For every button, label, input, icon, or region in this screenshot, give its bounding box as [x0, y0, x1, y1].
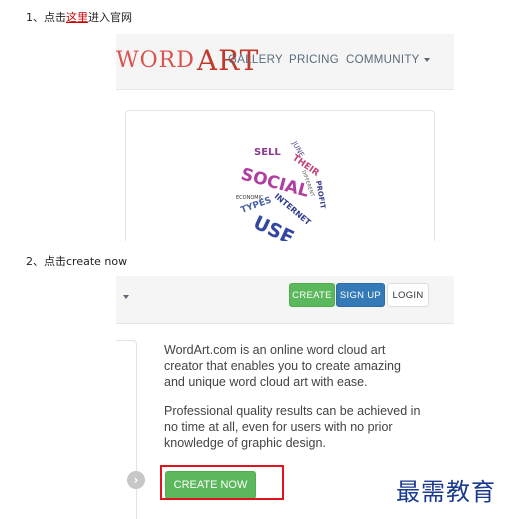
step-1-prefix: 1、点击	[26, 11, 66, 24]
intro-paragraph: WordArt.com is an online word cloud art …	[164, 343, 401, 389]
cloud-word: SELL	[254, 147, 281, 158]
word-cloud-card: JUNE SELL THEIR SOCIAL DIFFERENT PROFIT …	[125, 110, 435, 241]
chevron-right-icon[interactable]: ›	[127, 471, 145, 489]
logo-word: WORD	[116, 47, 195, 73]
chevron-down-icon	[423, 57, 430, 62]
word-cloud-image: JUNE SELL THEIR SOCIAL DIFFERENT PROFIT …	[235, 133, 327, 241]
nav-pricing[interactable]: PRICING	[289, 54, 339, 66]
watermark: 最需教育	[396, 478, 496, 506]
nav-community-label: COMMUNITY	[346, 54, 420, 66]
step-2-instruction: 2、点击create now	[26, 255, 128, 268]
preview-panel	[116, 340, 137, 519]
top-navbar-right: CREATE SIGN UP LOGIN	[116, 276, 454, 324]
chevron-down-icon[interactable]	[123, 295, 129, 299]
signup-button[interactable]: SIGN UP	[336, 283, 385, 307]
nav-community[interactable]: COMMUNITY	[346, 54, 430, 66]
official-site-link[interactable]: 这里	[66, 11, 88, 24]
step-1-suffix: 进入官网	[88, 11, 132, 24]
step-1-instruction: 1、点击这里进入官网	[26, 9, 132, 25]
create-button[interactable]: CREATE	[289, 283, 335, 307]
highlight-box	[160, 465, 284, 500]
nav-gallery[interactable]: GALLERY	[228, 54, 283, 66]
top-navbar: WORD ART GALLERY PRICING COMMUNITY	[116, 34, 454, 90]
quality-paragraph: Professional quality results can be achi…	[164, 404, 421, 450]
login-button[interactable]: LOGIN	[387, 283, 429, 307]
wordart-homepage-screenshot: WORD ART GALLERY PRICING COMMUNITY JUNE S…	[116, 34, 454, 241]
